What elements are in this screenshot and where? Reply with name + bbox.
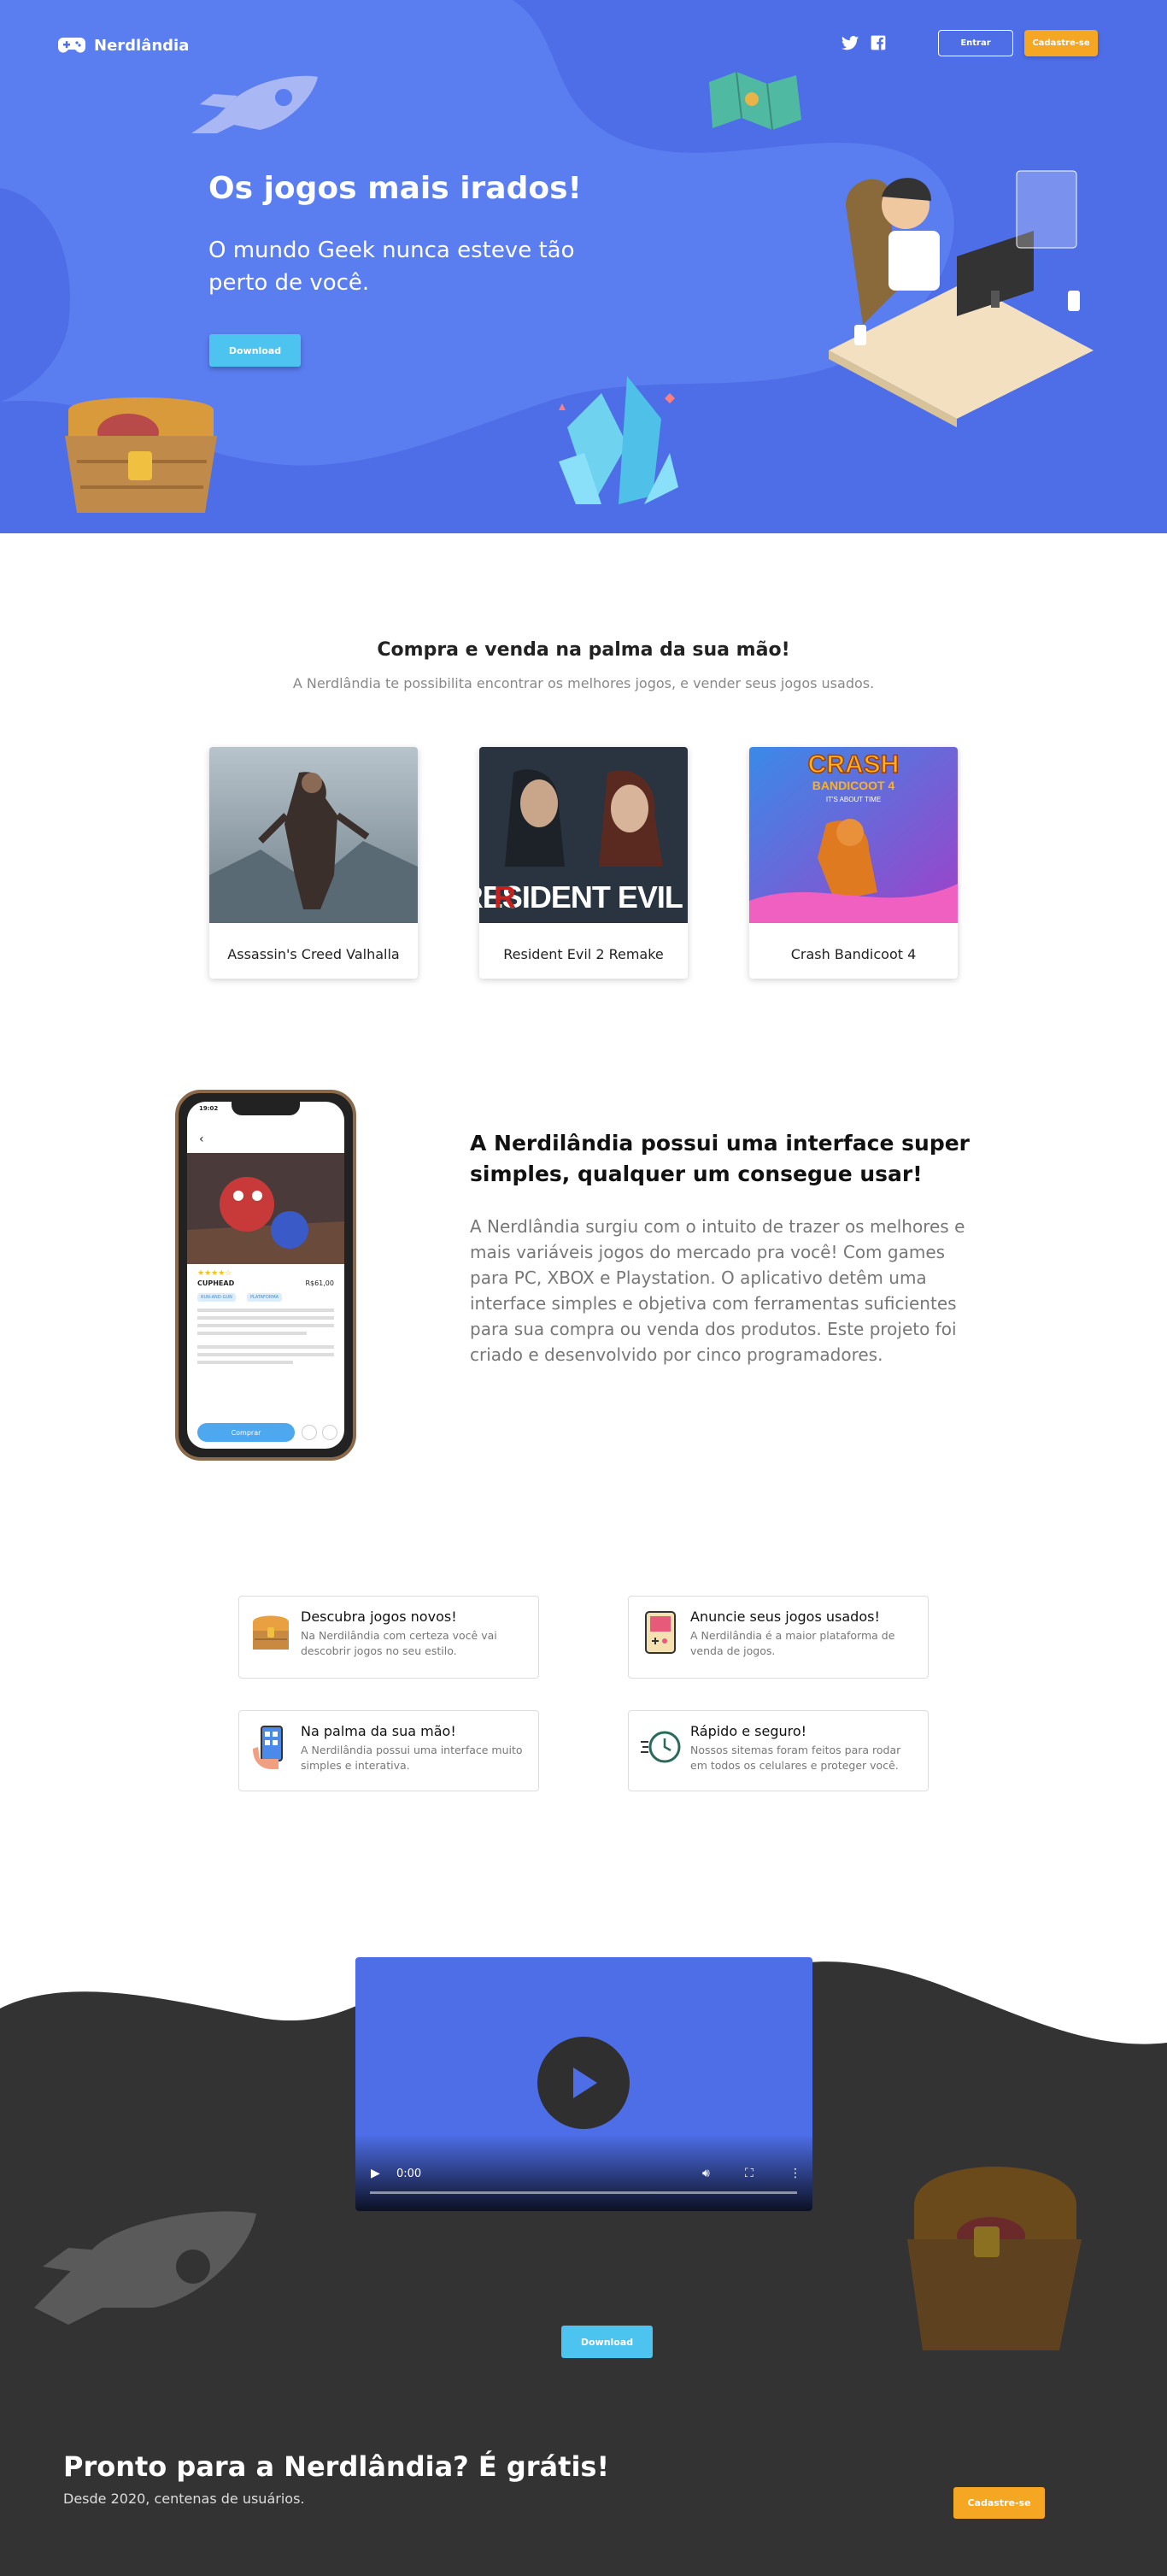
- feature-text: Nossos sitemas foram feitos para rodar e…: [690, 1744, 901, 1772]
- phone-buy-button[interactable]: Comprar: [197, 1423, 295, 1442]
- feature-text: A Nerdilândia é a maior plataforma de ve…: [690, 1629, 895, 1657]
- feature-title: Descubra jogos novos!: [301, 1609, 457, 1625]
- games-section-subtitle: A Nerdlândia te possibilita encontrar os…: [292, 675, 875, 691]
- phone-tag: PLATAFORMA: [247, 1293, 283, 1302]
- gamer-desk-illustration: [829, 170, 1094, 427]
- svg-text:IT'S ABOUT TIME: IT'S ABOUT TIME: [826, 796, 881, 803]
- signup-button[interactable]: Cadastre-se: [953, 2487, 1045, 2519]
- feature-text: Na Nerdilândia com certeza você vai desc…: [301, 1629, 497, 1657]
- phone-game-name: CUPHEAD: [197, 1279, 235, 1287]
- svg-text:BANDICOOT 4: BANDICOOT 4: [812, 779, 895, 792]
- game-screenshot: [187, 1153, 344, 1264]
- map-illustration: [709, 71, 801, 131]
- video-play-control-icon[interactable]: ▶: [371, 2167, 380, 2180]
- treasure-chest-illustration: [65, 397, 217, 513]
- svg-text:CRASH: CRASH: [808, 750, 900, 779]
- play-button[interactable]: [537, 2037, 630, 2129]
- video-time: 0:00: [396, 2167, 422, 2180]
- feature-card: Anuncie seus jogos usados! A Nerdilândia…: [628, 1596, 929, 1679]
- rocket-illustration: [191, 75, 318, 133]
- login-button[interactable]: Entrar: [938, 30, 1013, 56]
- fast-clock-icon: [641, 1731, 681, 1763]
- download-button[interactable]: Download: [209, 334, 301, 367]
- hero-title: Os jogos mais irados!: [208, 171, 582, 206]
- phone-in-hand-icon: [253, 1726, 283, 1769]
- interface-text: A Nerdlândia surgiu com o intuito de tra…: [470, 1216, 965, 1365]
- phone-description-placeholder: [197, 1309, 334, 1368]
- feature-card: Rápido e seguro! Nossos sitemas foram fe…: [628, 1710, 929, 1791]
- logo[interactable]: Nerdlândia: [58, 36, 189, 55]
- feature-card: Na palma da sua mão! A Nerdilândia possu…: [238, 1710, 539, 1791]
- game-name: Crash Bandicoot 4: [790, 946, 917, 962]
- cta-subtitle: Desde 2020, centenas de usuários.: [63, 2491, 305, 2507]
- bookmark-icon[interactable]: [302, 1425, 317, 1440]
- gamepad-icon: [58, 38, 85, 53]
- game-card-resident-evil[interactable]: RESIDENT EVIL 2 R Resident Evil 2 Remake: [479, 747, 688, 979]
- feature-title: Anuncie seus jogos usados!: [690, 1609, 880, 1625]
- back-arrow-icon: ‹: [199, 1132, 204, 1146]
- game-cover-image: [209, 747, 418, 923]
- games-section-title: Compra e venda na palma da sua mão!: [377, 639, 790, 661]
- feature-title: Na palma da sua mão!: [301, 1723, 456, 1739]
- game-name: Assassin's Creed Valhalla: [227, 946, 400, 962]
- game-cover-image: CRASH BANDICOOT 4 IT'S ABOUT TIME: [749, 747, 958, 923]
- game-card-valhalla[interactable]: Assassin's Creed Valhalla: [209, 747, 418, 979]
- signup-button[interactable]: Cadastre-se: [1024, 30, 1098, 56]
- phone-time: 19:02: [199, 1105, 219, 1112]
- game-cover-image: RESIDENT EVIL 2 R: [479, 747, 688, 923]
- cart-icon[interactable]: [322, 1425, 337, 1440]
- fullscreen-icon[interactable]: ⛶: [745, 2167, 754, 2180]
- gameboy-icon: [645, 1611, 676, 1654]
- phone-tag: RUN-AND-GUN: [197, 1293, 236, 1302]
- video-progress-bar[interactable]: [370, 2191, 797, 2194]
- more-options-icon[interactable]: ⋮: [789, 2167, 801, 2180]
- logo-text: Nerdlândia: [94, 36, 190, 55]
- play-icon: [573, 2067, 597, 2098]
- feature-title: Rápido e seguro!: [690, 1723, 807, 1739]
- phone-notch: [232, 1102, 300, 1115]
- game-name: Resident Evil 2 Remake: [503, 946, 664, 962]
- game-card-crash[interactable]: CRASH BANDICOOT 4 IT'S ABOUT TIME Crash …: [749, 747, 958, 979]
- video-player[interactable]: ▶ 0:00 🔊︎ ⛶ ⋮: [355, 1957, 812, 2211]
- download-button[interactable]: Download: [561, 2326, 653, 2358]
- treasure-chest-icon: [253, 1615, 289, 1650]
- twitter-icon[interactable]: [841, 34, 859, 53]
- video-controls-gradient: [355, 2134, 812, 2211]
- feature-card: Descubra jogos novos! Na Nerdilândia com…: [238, 1596, 539, 1679]
- feature-text: A Nerdilândia possui uma interface muito…: [301, 1744, 523, 1772]
- phone-screen: 19:02 ‹ ★★★★☆ CUPHEAD R$61,00 RUN-AND-GU…: [187, 1102, 344, 1449]
- phone-game-price: R$61,00: [305, 1279, 334, 1287]
- social-links: [841, 34, 888, 53]
- interface-title: A Nerdilândia possui uma interface super…: [470, 1131, 971, 1186]
- hero-subtitle: O mundo Geek nunca esteve tão perto de v…: [208, 238, 575, 296]
- cta-title: Pronto para a Nerdlândia? É grátis!: [63, 2450, 610, 2483]
- phone-mockup: 19:02 ‹ ★★★★☆ CUPHEAD R$61,00 RUN-AND-GU…: [175, 1090, 356, 1461]
- svg-text:R: R: [494, 879, 516, 915]
- rating-stars: ★★★★☆: [197, 1269, 232, 1278]
- volume-icon[interactable]: 🔊︎: [702, 2167, 710, 2180]
- hero-section: Nerdlândia Entrar Cadastre-se Os jogos m…: [0, 0, 1167, 533]
- facebook-icon[interactable]: [870, 34, 888, 53]
- crystal-illustration: [559, 376, 678, 504]
